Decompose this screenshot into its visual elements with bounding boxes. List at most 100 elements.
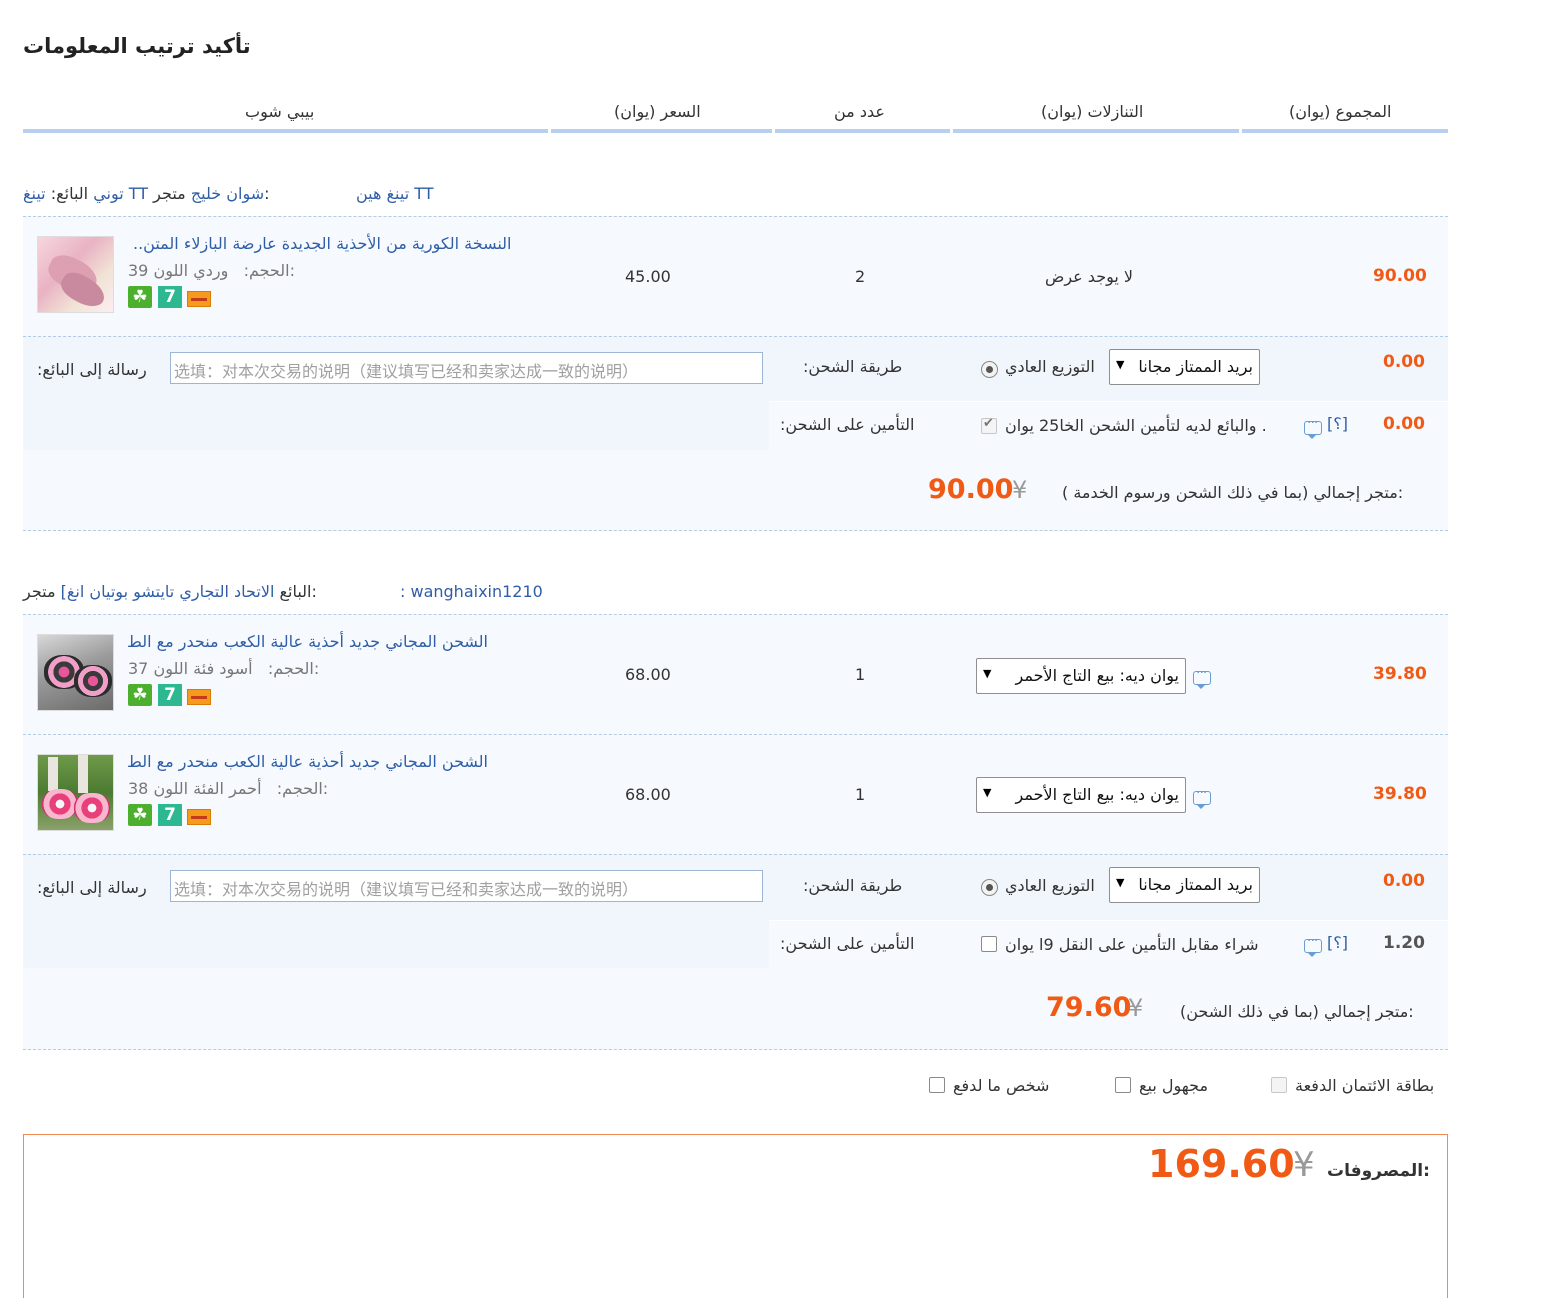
product-title-link[interactable]: الشحن المجاني جديد أحذية عالية الكعب منح… — [127, 752, 488, 771]
item-total: 90.00 — [1373, 266, 1427, 286]
item-price: 68.00 — [625, 665, 671, 684]
attr-size-value: 38 — [128, 779, 149, 798]
shipping-cost: 0.00 — [1383, 352, 1425, 372]
promotion-select[interactable]: ▼ يوان ديه: بيع التاج الأحمر — [976, 658, 1186, 694]
product-attributes: 38 الحجم: أحمر الفئة اللون: — [128, 779, 328, 798]
insurance-checkbox[interactable] — [981, 936, 997, 952]
insurance-text: والبائع لديه لتأمين الشحن الخا25 يوان . — [1005, 416, 1267, 435]
seller-name-link[interactable]: توني — [93, 184, 124, 203]
chat-icon[interactable] — [1193, 785, 1211, 809]
credit-card-checkbox[interactable] — [1271, 1077, 1287, 1093]
pay-for-other-label: شخص ما لدفع — [953, 1076, 1050, 1095]
currency-symbol: ¥ — [1128, 994, 1144, 1022]
insurance-text: شراء مقابل التأمين على النقل 9ا يوان — [1005, 935, 1259, 954]
shipping-option-label: التوزيع العادي — [1005, 876, 1095, 895]
currency-symbol: ¥ — [1012, 476, 1028, 504]
store-subtotal-label: متجر إجمالي (بما في ذلك الشحن ورسوم الخد… — [1062, 483, 1404, 502]
currency-symbol: ¥ — [1293, 1145, 1315, 1185]
item-discount: لا يوجد عرض — [1045, 267, 1134, 286]
column-header-store: بيبي شوب — [245, 102, 315, 121]
seller-label: البائع: — [50, 184, 89, 203]
message-label: :رسالة إلى البائع — [37, 360, 147, 379]
shipping-select-value: بريد الممتاز مجانا — [1138, 357, 1253, 376]
product-attributes: 39 الحجم: وردي اللون: — [128, 261, 295, 280]
seller-name-link[interactable]: wanghaixin1210 : — [400, 582, 543, 601]
page-title: تأكيد ترتيب المعلومات — [23, 34, 251, 58]
insurance-help-link[interactable]: [؟] — [1327, 414, 1348, 433]
promotion-select-value: يوان ديه: بيع التاج الأحمر — [1015, 666, 1180, 685]
message-label: :رسالة إلى البائع — [37, 878, 147, 897]
shipping-radio[interactable] — [981, 361, 998, 378]
shipping-cost: 0.00 — [1383, 871, 1425, 891]
insurance-help-link[interactable]: [؟] — [1327, 933, 1348, 952]
column-header-discount: (التنازلات (يوان — [1041, 102, 1144, 121]
product-thumbnail[interactable] — [37, 236, 114, 313]
product-title-link[interactable]: الشحن المجاني جديد أحذية عالية الكعب منح… — [127, 632, 488, 651]
anonymous-label: مجهول بيع — [1139, 1076, 1209, 1095]
item-quantity: 1 — [855, 665, 866, 684]
seller-message-input[interactable]: 选填：对本次交易的说明（建议填写已经和卖家达成一致的说明） — [170, 870, 763, 902]
shipping-radio[interactable] — [981, 879, 998, 896]
anonymous-checkbox[interactable] — [1115, 1077, 1131, 1093]
product-thumbnail[interactable] — [37, 754, 114, 831]
chat-icon[interactable] — [1304, 933, 1322, 957]
credit-card-icon — [187, 809, 211, 825]
shipping-label: :طريقة الشحن — [803, 357, 903, 376]
store-extra-link[interactable]: تينغ هين TT — [356, 184, 434, 203]
insurance-checkbox[interactable] — [981, 416, 997, 434]
attr-color-value: وردي — [193, 261, 229, 280]
shipping-select-value: بريد الممتاز مجانا — [1138, 875, 1253, 894]
chevron-down-icon: ▼ — [983, 786, 992, 799]
store-subtotal-amount: 79.60 — [1046, 992, 1132, 1023]
product-attributes: 37 الحجم: أسود فئة اللون: — [128, 659, 319, 678]
product-thumbnail[interactable] — [37, 634, 114, 711]
header-underline — [953, 129, 1239, 133]
credit-card-icon — [187, 689, 211, 705]
item-total: 39.80 — [1373, 784, 1427, 804]
header-underline — [551, 129, 772, 133]
chevron-down-icon: ▼ — [1116, 876, 1125, 889]
column-header-quantity: عدد من — [834, 102, 885, 121]
attr-color-value: أحمر — [229, 779, 262, 798]
seven-day-return-icon: 7 — [158, 684, 182, 706]
insurance-cost: 1.20 — [1383, 933, 1425, 953]
promotion-select[interactable]: ▼ يوان ديه: بيع التاج الأحمر — [976, 777, 1186, 813]
store-subtotal-label: متجر إجمالي (بما في ذلك الشحن): — [1180, 1002, 1414, 1021]
attr-color-value: أسود — [219, 659, 253, 678]
store-subtotal-value: 79.60 — [1046, 992, 1131, 1023]
shipping-label: :طريقة الشحن — [803, 876, 903, 895]
item-quantity: 1 — [855, 785, 866, 804]
shipping-method-select[interactable]: ▼ بريد الممتاز مجانا — [1109, 867, 1260, 903]
store-name-link[interactable]: الاتحاد التجاري تايتشو بوتيان انغ] — [61, 582, 275, 601]
store-subtotal-amount: 90.00 — [928, 474, 1014, 505]
product-title-link[interactable]: ..النسخة الكورية من الأحذية الجديدة عارض… — [133, 234, 512, 253]
chat-icon[interactable] — [1193, 665, 1211, 689]
seller-message-input[interactable]: 选填：对本次交易的说明（建议填写已经和卖家达成一致的说明） — [170, 352, 763, 384]
seven-day-return-icon: 7 — [158, 286, 182, 308]
item-price: 68.00 — [625, 785, 671, 804]
promotion-select-value: يوان ديه: بيع التاج الأحمر — [1015, 785, 1180, 804]
pay-for-other-checkbox[interactable] — [929, 1077, 945, 1093]
column-header-price: (السعر (يوان — [614, 102, 701, 121]
attr-size-value: 37 — [128, 659, 149, 678]
attr-size-label: الحجم: — [243, 261, 290, 280]
insurance-label: :التأمين على الشحن — [780, 415, 915, 434]
shipping-method-select[interactable]: ▼ بريد الممتاز مجانا — [1109, 349, 1260, 385]
attr-size-value: 39 — [128, 261, 149, 280]
item-price: 45.00 — [625, 267, 671, 286]
grand-total-label: المصروفات: — [1327, 1161, 1430, 1181]
store-info: البائع الاتحاد التجاري تايتشو بوتيان انغ… — [23, 582, 317, 601]
item-quantity: 2 — [855, 267, 866, 286]
attr-size-label: الحجم: — [267, 659, 314, 678]
chevron-down-icon: ▼ — [983, 667, 992, 680]
store-subtotal-value: 90.00 — [928, 474, 1013, 505]
header-underline — [23, 129, 548, 133]
item-total: 39.80 — [1373, 664, 1427, 684]
chat-icon[interactable] — [1304, 415, 1322, 439]
header-underline — [775, 129, 950, 133]
grand-total-value: 169.60 — [1148, 1142, 1295, 1186]
credit-card-label: بطاقة الائتمان الدفعة — [1295, 1076, 1435, 1095]
service-badge-icon: ☘ — [128, 684, 152, 706]
insurance-cost: 0.00 — [1383, 414, 1425, 434]
insurance-label: :التأمين على الشحن — [780, 934, 915, 953]
